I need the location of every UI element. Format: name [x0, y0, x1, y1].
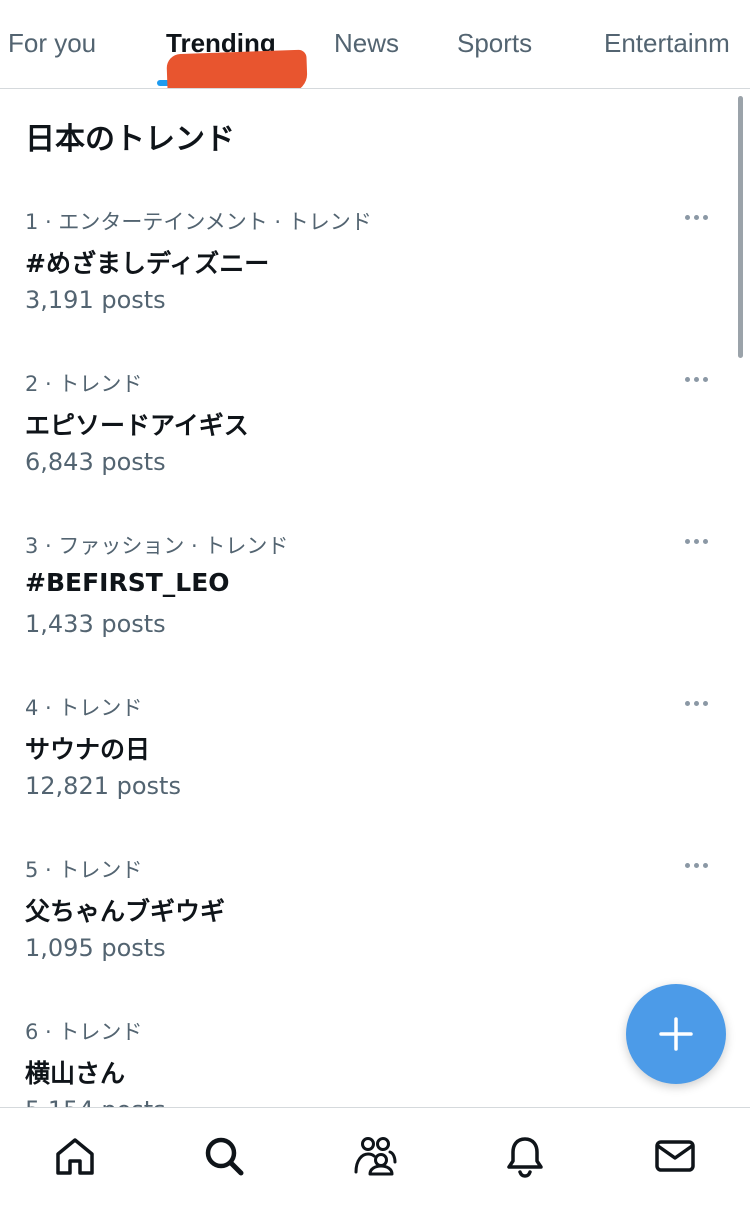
nav-messages[interactable]: [651, 1132, 699, 1180]
trend-name[interactable]: #BEFIRST_LEO: [25, 568, 230, 597]
scrollbar[interactable]: [738, 96, 743, 358]
plus-icon: [659, 1017, 693, 1051]
redaction-mark: [166, 49, 308, 88]
trend-item[interactable]: 5 · トレンド 父ちゃんブギウギ 1,095 posts: [0, 854, 720, 1016]
trend-post-count: 6,843 posts: [25, 448, 166, 476]
more-options-icon[interactable]: [676, 528, 716, 554]
trend-name[interactable]: 横山さん: [25, 1054, 125, 1090]
nav-explore[interactable]: [200, 1132, 248, 1180]
bottom-navigation: [0, 1107, 750, 1205]
trend-meta: 4 · トレンド: [25, 696, 143, 720]
trend-item[interactable]: 4 · トレンド サウナの日 12,821 posts: [0, 692, 720, 854]
nav-notifications[interactable]: [501, 1132, 549, 1180]
tab-for-you[interactable]: For you: [8, 28, 96, 59]
communities-icon: [354, 1137, 397, 1176]
page-title: 日本のトレンド: [25, 122, 235, 157]
trend-item[interactable]: 1 · エンターテインメント · トレンド #めざましディズニー 3,191 p…: [0, 206, 720, 368]
compose-button[interactable]: [626, 984, 726, 1084]
more-options-icon[interactable]: [676, 204, 716, 230]
trend-name[interactable]: 父ちゃんブギウギ: [25, 892, 225, 928]
trend-meta: 1 · エンターテインメント · トレンド: [25, 210, 372, 234]
tab-sports[interactable]: Sports: [457, 28, 532, 59]
search-icon: [205, 1137, 244, 1176]
trend-meta: 6 · トレンド: [25, 1020, 143, 1044]
more-options-icon[interactable]: [676, 366, 716, 392]
tab-news[interactable]: News: [334, 28, 399, 59]
trend-item[interactable]: 3 · ファッション · トレンド #BEFIRST_LEO 1,433 pos…: [0, 530, 720, 692]
trend-meta: 5 · トレンド: [25, 858, 143, 882]
trend-meta: 2 · トレンド: [25, 372, 143, 396]
trend-name[interactable]: サウナの日: [25, 730, 150, 766]
trend-name[interactable]: #めざましディズニー: [25, 244, 269, 280]
trend-post-count: 12,821 posts: [25, 772, 181, 800]
home-icon: [56, 1138, 94, 1175]
more-options-icon[interactable]: [676, 690, 716, 716]
notifications-icon: [507, 1137, 543, 1178]
trend-post-count: 3,191 posts: [25, 286, 166, 314]
top-tab-bar: For you Trending News Sports Entertainm: [0, 0, 750, 89]
trend-post-count: 1,433 posts: [25, 610, 166, 638]
messages-icon: [655, 1140, 695, 1172]
trend-item[interactable]: 2 · トレンド エピソードアイギス 6,843 posts: [0, 368, 720, 530]
nav-communities[interactable]: [351, 1132, 399, 1180]
tab-entertainment[interactable]: Entertainm: [604, 28, 730, 59]
trend-post-count: 1,095 posts: [25, 934, 166, 962]
nav-home[interactable]: [51, 1132, 99, 1180]
trend-meta: 3 · ファッション · トレンド: [25, 534, 289, 558]
more-options-icon[interactable]: [676, 852, 716, 878]
trend-name[interactable]: エピソードアイギス: [25, 406, 249, 442]
